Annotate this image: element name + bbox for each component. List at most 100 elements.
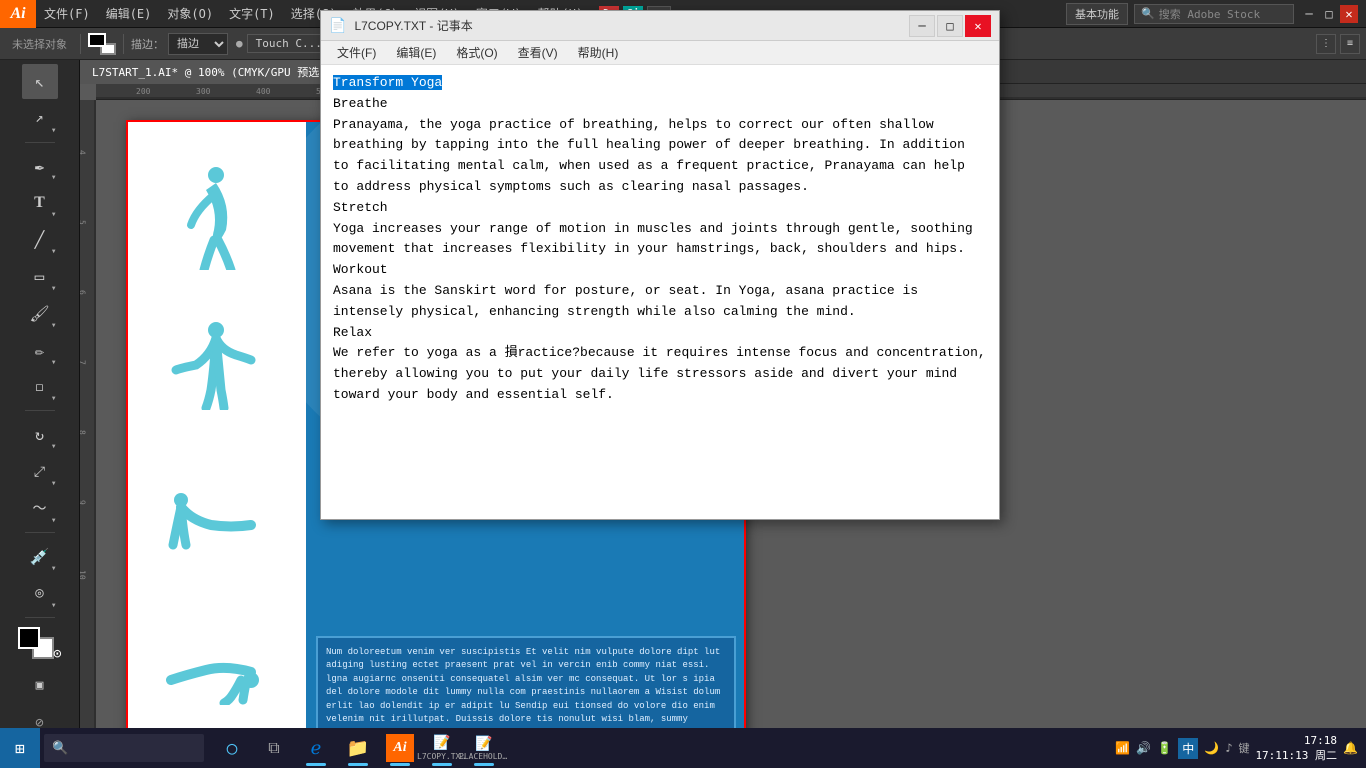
eyedropper-icon: 💉 — [30, 547, 50, 566]
cortana-icon: ○ — [227, 738, 238, 759]
text-overlay-box: Num doloreetum venim ver suscipistis Et … — [316, 636, 736, 741]
minimize-btn[interactable]: ─ — [1300, 5, 1318, 23]
notification-icon[interactable]: 🔔 — [1343, 741, 1358, 755]
menu-file[interactable]: 文件(F) — [36, 0, 98, 28]
notepad-title: L7COPY.TXT - 记事本 — [354, 17, 901, 34]
eyedropper-tool[interactable]: 💉 ▼ — [22, 539, 58, 574]
active-tab[interactable]: L7START_1.AI* @ 100% (CMYK/GPU 预选) × — [80, 60, 353, 84]
warp-icon: 〜 — [33, 498, 47, 518]
pen-tool[interactable]: ✒ ▼ — [22, 149, 58, 184]
overlay-text: Num doloreetum venim ver suscipistis Et … — [326, 646, 726, 741]
scale-tool[interactable]: ⤢ ▼ — [22, 454, 58, 489]
svg-text:9: 9 — [80, 500, 87, 505]
notepad-menu-edit[interactable]: 编辑(E) — [386, 42, 446, 63]
divider-1 — [80, 34, 81, 54]
type-tool[interactable]: T ▼ — [22, 185, 58, 220]
blend-tool[interactable]: ◎ ▼ — [22, 576, 58, 611]
close-btn[interactable]: ✕ — [1340, 5, 1358, 23]
toolbar-extra-2[interactable]: ≡ — [1340, 34, 1360, 54]
notepad-content-area[interactable]: Transform Yoga Breathe Pranayama, the yo… — [321, 65, 999, 519]
svg-text:5: 5 — [80, 220, 87, 225]
taskbar-search[interactable]: 🔍 — [44, 734, 204, 762]
maximize-btn[interactable]: □ — [1320, 5, 1338, 23]
notepad-menu-help[interactable]: 帮助(H) — [568, 42, 629, 63]
reset-colors-icon[interactable]: ⊙ — [53, 646, 61, 662]
svg-text:300: 300 — [196, 87, 211, 96]
app-logo: Ai — [0, 0, 36, 28]
tools-divider-2 — [25, 410, 55, 411]
taskbar-clock[interactable]: 17:18 17:11:13 周二 — [1255, 733, 1337, 764]
notepad-close-btn[interactable]: ✕ — [965, 15, 991, 37]
pencil-tool[interactable]: ✏ ▼ — [22, 333, 58, 368]
select-icon: ↖ — [35, 72, 45, 91]
left-tools-panel: ↖ ↗ ▼ ✒ ▼ T ▼ ╱ ▼ ▭ ▼ 🖌 ▼ ✏ ▼ ◻ ▼ ↻ ▼ ⤢ … — [0, 28, 80, 740]
workspace-btn[interactable]: 基本功能 — [1066, 3, 1128, 25]
type-icon: T — [34, 194, 45, 212]
menu-right: 基本功能 🔍 搜索 Adobe Stock ─ □ ✕ — [1066, 3, 1366, 25]
notepad-menu-format[interactable]: 格式(O) — [446, 42, 507, 63]
ruler-left-svg: 4 5 6 7 8 9 10 — [80, 100, 96, 740]
taskbar-apps: ○ ⧉ ℯ 📁 Ai 📝 L7COPY.TXT - 记… 📝 — [212, 728, 504, 768]
gradient-icon: ▣ — [36, 678, 44, 693]
rect-icon: ▭ — [35, 267, 45, 286]
selection-tool-label: 未选择对象 — [6, 34, 73, 54]
blend-icon: ◎ — [35, 585, 43, 601]
battery-icon[interactable]: 🔋 — [1157, 741, 1172, 755]
select-tool[interactable]: ↖ — [22, 64, 58, 99]
ime-taskbar: 中 🌙 ♪ 键 — [1178, 738, 1249, 759]
tab-title: L7START_1.AI* @ 100% (CMYK/GPU 预选) — [92, 64, 326, 80]
notepad-window: 📄 L7COPY.TXT - 记事本 ─ □ ✕ 文件(F) 编辑(E) 格式(… — [320, 10, 1000, 520]
line-tool[interactable]: ╱ ▼ — [22, 222, 58, 257]
taskbar-edge[interactable]: ℯ — [296, 728, 336, 768]
rect-tool[interactable]: ▭ ▼ — [22, 259, 58, 294]
notepad-menu-file[interactable]: 文件(F) — [327, 42, 386, 63]
rotate-tool[interactable]: ↻ ▼ — [22, 417, 58, 452]
fill-color[interactable] — [88, 33, 106, 47]
toolbar-right: ⋮ ≡ — [1316, 34, 1360, 54]
network-icon[interactable]: 📶 — [1115, 741, 1130, 755]
adobe-stock-search[interactable]: 🔍 搜索 Adobe Stock — [1134, 4, 1294, 24]
stroke-select[interactable]: 描边 — [168, 33, 228, 55]
warp-tool[interactable]: 〜 ▼ — [22, 491, 58, 526]
notepad-icon: 📄 — [329, 18, 346, 34]
gradient-tool-bottom[interactable]: ▣ — [22, 668, 58, 703]
taskbar-notepad-2[interactable]: 📝 PLACEHOLDER.TX… — [464, 728, 504, 768]
taskbar-notepad-1[interactable]: 📝 L7COPY.TXT - 记… — [422, 728, 462, 768]
ime-lang[interactable]: 中 — [1178, 738, 1198, 759]
fill-stroke-area — [88, 33, 116, 55]
tools-divider-1 — [25, 142, 55, 143]
rotate-icon: ↻ — [35, 426, 44, 444]
window-controls: ─ □ ✕ — [1300, 5, 1358, 23]
illustrator-icon: Ai — [386, 734, 414, 762]
color-swatches: ⊙ — [18, 627, 62, 662]
taskbar-illustrator[interactable]: Ai — [380, 728, 420, 768]
brush-tool[interactable]: 🖌 ▼ — [22, 296, 58, 331]
svg-text:7: 7 — [80, 360, 87, 365]
eraser-tool[interactable]: ◻ ▼ — [22, 370, 58, 405]
notepad-menubar: 文件(F) 编辑(E) 格式(O) 查看(V) 帮助(H) — [321, 41, 999, 65]
taskbar-explorer[interactable]: 📁 — [338, 728, 378, 768]
menu-text[interactable]: 文字(T) — [221, 0, 283, 28]
taskbar-task-view[interactable]: ⧉ — [254, 728, 294, 768]
direct-select-tool[interactable]: ↗ ▼ — [22, 101, 58, 136]
yoga-figure-2 — [156, 315, 276, 415]
notepad-menu-view[interactable]: 查看(V) — [508, 42, 568, 63]
fill-stroke-swatches[interactable] — [88, 33, 116, 55]
svg-text:400: 400 — [256, 87, 271, 96]
menu-edit[interactable]: 编辑(E) — [98, 0, 160, 28]
notepad2-label: 📝 PLACEHOLDER.TX… — [459, 736, 509, 761]
volume-icon[interactable]: 🔊 — [1136, 741, 1151, 755]
menu-object[interactable]: 对象(O) — [159, 0, 221, 28]
notepad-maximize-btn[interactable]: □ — [937, 15, 963, 37]
taskbar-cortana[interactable]: ○ — [212, 728, 252, 768]
notepad-minimize-btn[interactable]: ─ — [909, 15, 935, 37]
line-icon: ╱ — [35, 230, 45, 249]
fg-color-swatch[interactable] — [18, 627, 40, 649]
start-button[interactable]: ⊞ — [0, 728, 40, 768]
pencil-icon: ✏ — [35, 341, 45, 360]
notepad2-text: PLACEHOLDER.TX… — [459, 752, 509, 761]
svg-text:10: 10 — [80, 570, 87, 580]
svg-text:6: 6 — [80, 290, 87, 295]
toolbar-extra-1[interactable]: ⋮ — [1316, 34, 1336, 54]
svg-text:4: 4 — [80, 150, 87, 155]
